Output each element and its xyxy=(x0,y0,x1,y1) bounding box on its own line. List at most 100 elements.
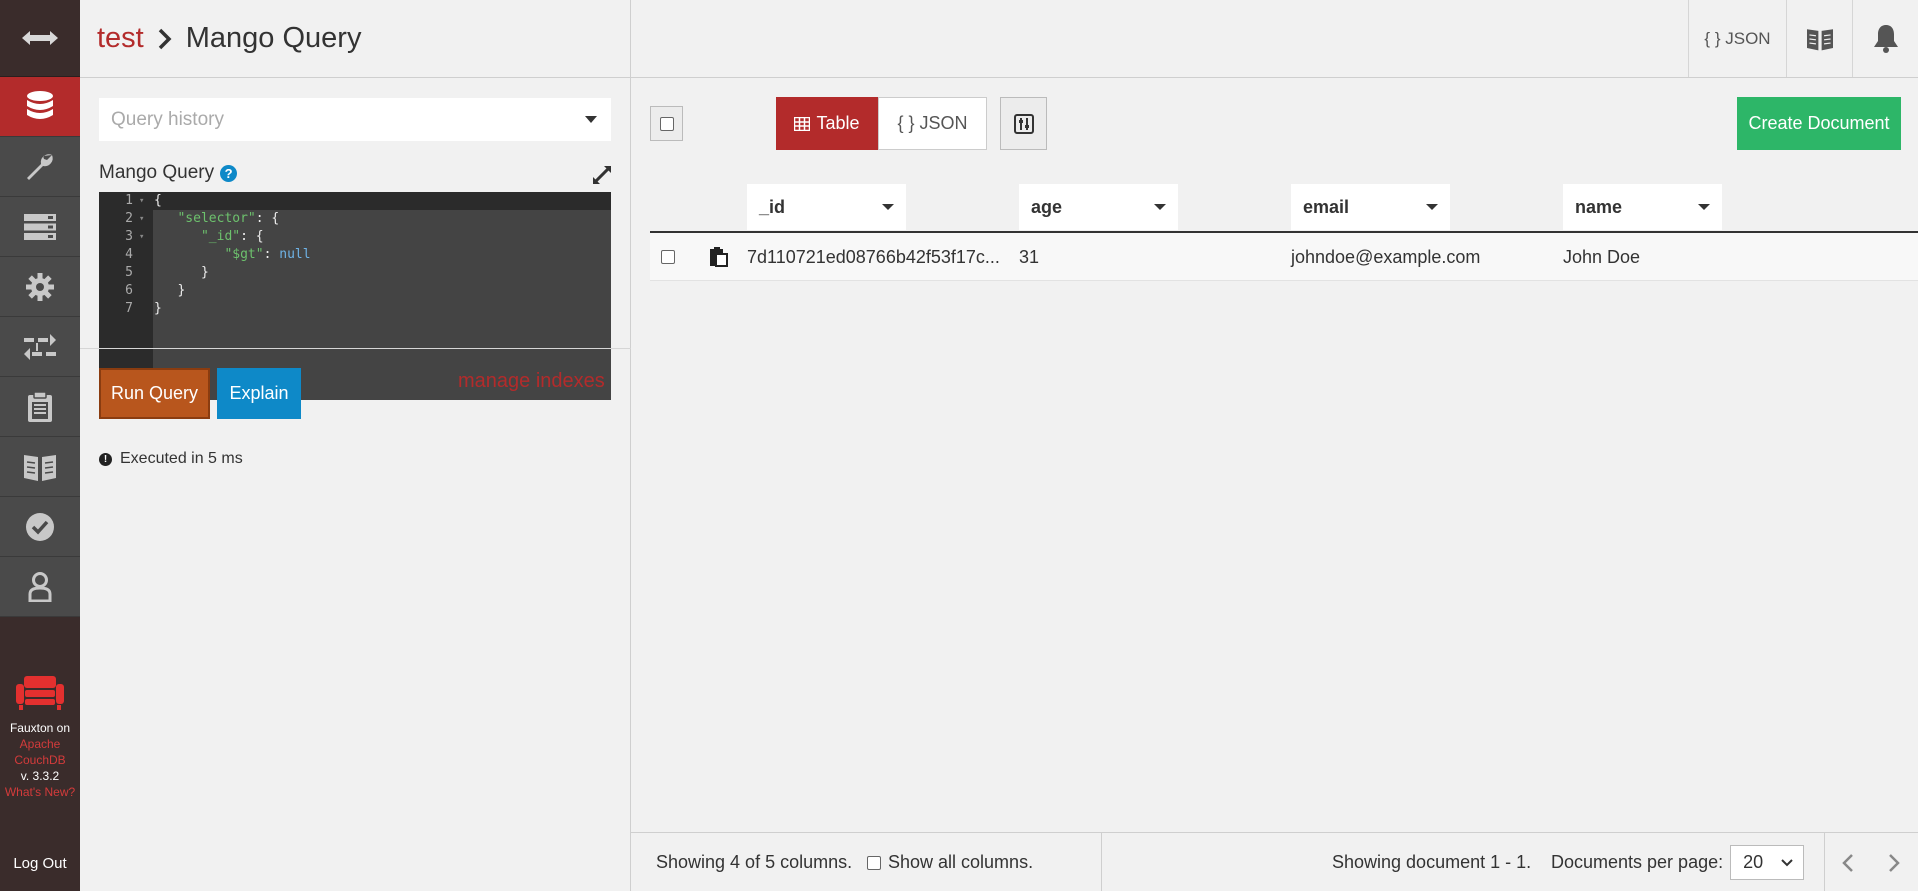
breadcrumb-database-link[interactable]: test xyxy=(97,22,144,55)
column-header-label: email xyxy=(1303,196,1350,217)
sidebar-item-replication[interactable] xyxy=(0,317,80,377)
header: test Mango Query { } JSON xyxy=(80,0,1918,78)
page-title: Mango Query xyxy=(185,22,362,54)
fold-arrow-icon[interactable]: ▾ xyxy=(139,210,144,228)
footer-couchdb-link[interactable]: CouchDB xyxy=(0,752,80,768)
caret-down-icon xyxy=(1426,204,1438,210)
sidebar-item-configuration[interactable] xyxy=(0,257,80,317)
manage-indexes-link[interactable]: manage indexes xyxy=(458,370,605,393)
help-icon[interactable]: ? xyxy=(220,164,238,182)
info-exclamation-icon: ! xyxy=(99,452,112,466)
column-header-id[interactable]: _id xyxy=(747,184,906,230)
explain-button[interactable]: Explain xyxy=(217,368,301,419)
database-icon xyxy=(27,90,53,119)
table-view-button[interactable]: Table xyxy=(776,97,878,150)
column-header-label: age xyxy=(1031,196,1063,217)
caret-down-icon xyxy=(1698,204,1710,210)
mango-query-label: Mango Query ? xyxy=(99,162,238,184)
showing-documents-text: Showing document 1 - 1. xyxy=(1332,852,1532,872)
column-settings-button[interactable] xyxy=(1000,97,1047,150)
caret-down-icon xyxy=(882,204,894,210)
sidebar-item-setup[interactable] xyxy=(0,137,80,197)
footer-fauxton-on: Fauxton on xyxy=(9,721,71,735)
checkmark-circle-icon xyxy=(26,512,54,541)
code-line: 2 ▾ "selector": { xyxy=(99,210,611,228)
select-all-checkbox[interactable] xyxy=(650,106,683,141)
footer-version: v. 3.3.2 xyxy=(20,769,60,783)
column-header-email[interactable]: email xyxy=(1291,184,1450,230)
code-line: 6 } xyxy=(99,282,611,300)
cell-age: 31 xyxy=(1019,246,1040,267)
per-page-label: Documents per page: xyxy=(1551,852,1724,872)
sidebar-item-user[interactable] xyxy=(0,557,80,617)
query-history-select[interactable]: Query history xyxy=(99,98,611,141)
chevron-down-icon xyxy=(1781,859,1793,867)
copy-document-button[interactable] xyxy=(710,233,728,281)
chevron-right-icon xyxy=(158,28,172,49)
table-row[interactable]: 7d110721ed08766b42f53f17c... 31 johndoe@… xyxy=(650,233,1918,281)
create-document-button[interactable]: Create Document xyxy=(1737,97,1901,150)
code-line: 1 ▾ { xyxy=(99,192,611,210)
code-text: "_id": { xyxy=(154,228,264,246)
show-all-columns-toggle[interactable]: Show all columns. xyxy=(867,833,1033,891)
wrench-icon xyxy=(27,153,53,180)
api-json-button[interactable]: { } JSON xyxy=(1688,0,1786,77)
fold-arrow-icon[interactable]: ▾ xyxy=(139,228,144,246)
couchdb-logo-icon xyxy=(16,676,64,710)
results-footer: Showing 4 of 5 columns. Show all columns… xyxy=(631,832,1918,891)
footer-divider xyxy=(1824,833,1825,891)
footer-apache-link[interactable]: Apache xyxy=(0,736,80,752)
json-punct: : { xyxy=(255,211,280,226)
panel-divider xyxy=(80,348,631,349)
json-punct: : { xyxy=(240,229,264,244)
run-query-button[interactable]: Run Query xyxy=(99,368,210,419)
json-null: null xyxy=(279,247,311,262)
view-toggle: Table { } JSON xyxy=(776,97,987,150)
previous-page-button[interactable] xyxy=(1841,833,1855,891)
whats-new-link[interactable]: What's New? xyxy=(0,784,80,800)
results-panel: Table { } JSON Create Document _id age e… xyxy=(631,78,1918,891)
query-editor-panel: Query history Mango Query ? 1 ▾ { 2 ▾ "s… xyxy=(80,78,631,891)
line-number: 2 xyxy=(125,211,133,226)
column-header-age[interactable]: age xyxy=(1019,184,1178,230)
notifications-button[interactable] xyxy=(1852,0,1918,77)
bell-icon xyxy=(1873,24,1898,53)
footer-divider xyxy=(1101,833,1102,891)
sidebar-item-documentation[interactable] xyxy=(0,437,80,497)
sidebar-item-databases[interactable] xyxy=(0,77,80,137)
column-header-name[interactable]: name xyxy=(1563,184,1722,230)
expand-editor-button[interactable] xyxy=(593,166,611,189)
json-key: "_id" xyxy=(200,229,241,244)
per-page-value: 20 xyxy=(1743,852,1764,872)
line-number: 4 xyxy=(125,247,133,262)
double-arrow-icon xyxy=(22,31,58,45)
logout-button[interactable]: Log Out xyxy=(0,835,80,891)
code-line: 7 } xyxy=(99,300,611,318)
sidebar-footer: Fauxton on Apache CouchDB v. 3.3.2 What'… xyxy=(0,676,80,800)
per-page-control: Documents per page: 20 xyxy=(1551,833,1805,891)
line-number: 7 xyxy=(125,301,133,316)
header-divider xyxy=(630,0,631,78)
sidebar-item-verify-install[interactable] xyxy=(0,497,80,557)
docs-button[interactable] xyxy=(1786,0,1852,77)
row-checkbox[interactable] xyxy=(661,233,675,281)
column-header-label: _id xyxy=(759,196,786,217)
cell-name: John Doe xyxy=(1563,246,1641,267)
next-page-button[interactable] xyxy=(1887,833,1901,891)
per-page-select[interactable]: 20 xyxy=(1730,845,1805,880)
line-number: 5 xyxy=(125,265,133,280)
sidebar-item-active-tasks[interactable] xyxy=(0,197,80,257)
code-text: "$gt": null xyxy=(154,246,311,264)
clipboard-copy-icon xyxy=(710,247,728,267)
caret-down-icon xyxy=(585,116,597,123)
table-icon xyxy=(794,116,811,131)
toggle-sidebar-button[interactable] xyxy=(0,0,80,77)
sidebar-item-verify[interactable] xyxy=(0,377,80,437)
cell-id[interactable]: 7d110721ed08766b42f53f17c... xyxy=(747,233,1000,281)
fold-arrow-icon[interactable]: ▾ xyxy=(139,192,144,210)
book-icon xyxy=(24,454,56,481)
code-text: } xyxy=(154,282,185,300)
json-view-button[interactable]: { } JSON xyxy=(878,97,987,150)
code-line: 4 "$gt": null xyxy=(99,246,611,264)
chevron-left-icon xyxy=(1842,853,1853,872)
